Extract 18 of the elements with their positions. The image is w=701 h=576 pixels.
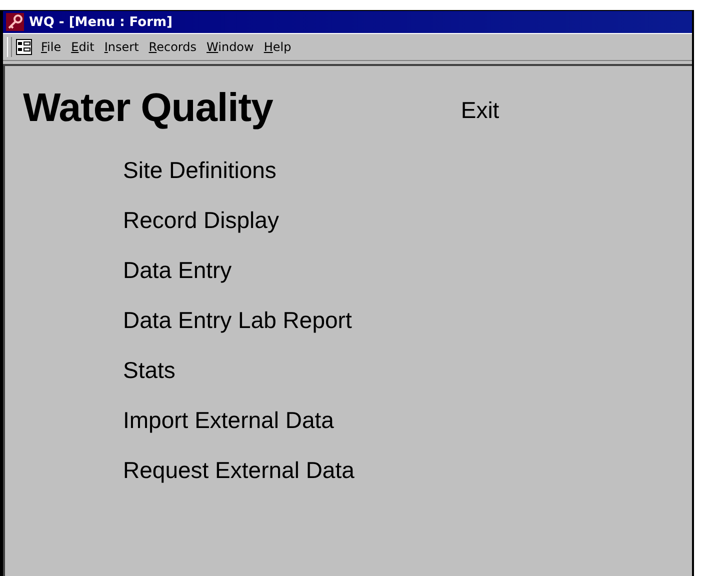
menu-option[interactable]: Site Definitions [123, 145, 276, 195]
menu-option[interactable]: Stats [123, 345, 176, 395]
menu-item[interactable]: Records [144, 40, 202, 54]
menu-item[interactable]: Insert [99, 40, 144, 54]
menu-option[interactable]: Request External Data [123, 445, 354, 495]
menu-option[interactable]: Data Entry Lab Report [123, 295, 352, 345]
menu-option[interactable]: Record Display [123, 195, 279, 245]
form-title: Water Quality [23, 86, 273, 131]
menu-item[interactable]: Help [258, 40, 296, 54]
menu-option[interactable]: Import External Data [123, 395, 334, 445]
key-icon [6, 13, 24, 31]
form-icon[interactable] [16, 39, 32, 55]
menu-item[interactable]: Window [202, 40, 259, 54]
exit-button[interactable]: Exit [460, 97, 500, 124]
menu-item[interactable]: Edit [66, 40, 100, 54]
window-title: WQ - [Menu : Form] [29, 14, 172, 30]
menu-item[interactable]: File [36, 40, 66, 54]
menu-option[interactable]: Data Entry [123, 245, 232, 295]
